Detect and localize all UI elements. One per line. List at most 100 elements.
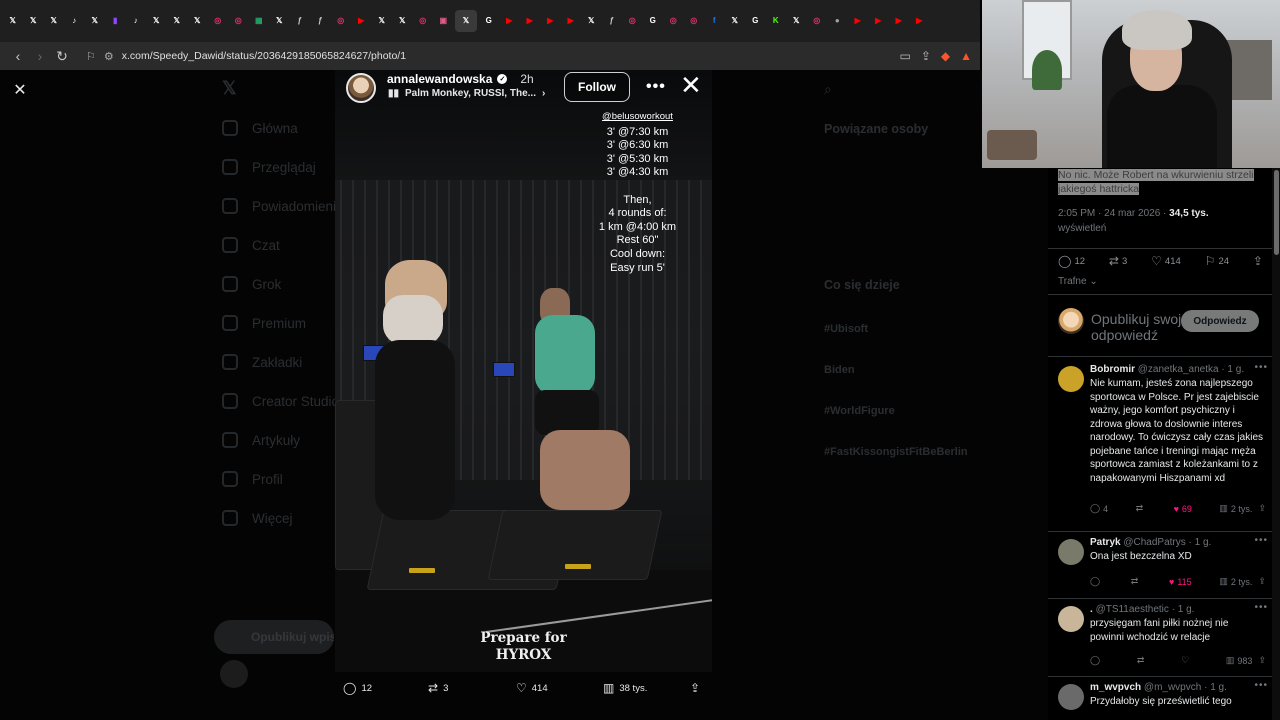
sidebar-item[interactable]: Premium: [252, 316, 306, 331]
reply-action[interactable]: ◯ 12: [343, 681, 372, 695]
post-like-button[interactable]: ♡ 414: [1151, 254, 1181, 268]
follow-button[interactable]: Follow: [564, 72, 630, 102]
trend-item[interactable]: #WorldFigure: [824, 405, 895, 417]
reply-repost-button[interactable]: ⇄: [1131, 576, 1142, 587]
cast-icon[interactable]: ▭: [899, 49, 910, 63]
more-options-icon[interactable]: •••: [1254, 535, 1268, 546]
close-media-viewer-icon[interactable]: ✕: [10, 80, 30, 100]
reply-reply-button[interactable]: ◯: [1090, 576, 1103, 587]
trend-item[interactable]: #FastKissongistFitBeBerlin: [824, 446, 968, 458]
reply-reply-button[interactable]: ◯: [1090, 655, 1103, 666]
browser-tab[interactable]: ◎: [808, 10, 826, 32]
browser-tab[interactable]: G: [747, 10, 765, 32]
reply-sort-dropdown[interactable]: Trafne ⌄: [1058, 276, 1098, 287]
browser-tab[interactable]: 𝕏: [271, 10, 289, 32]
browser-tab[interactable]: ♪: [127, 10, 145, 32]
browser-tab[interactable]: G: [480, 10, 498, 32]
browser-tab[interactable]: ▶: [849, 10, 867, 32]
browser-tab[interactable]: ◎: [624, 10, 642, 32]
reply-reply-button[interactable]: ◯ 4: [1090, 503, 1108, 514]
more-options-icon[interactable]: •••: [646, 78, 666, 96]
brave-rewards-icon[interactable]: ▲: [960, 49, 972, 63]
browser-tab[interactable]: 𝕏: [4, 10, 22, 32]
post-repost-button[interactable]: ⇄ 3: [1109, 254, 1127, 268]
back-icon[interactable]: ‹: [8, 46, 28, 66]
browser-tab[interactable]: f: [706, 10, 724, 32]
browser-tab[interactable]: 𝕏: [455, 10, 477, 32]
browser-tab[interactable]: ▶: [521, 10, 539, 32]
reply-views-button[interactable]: ▥ 2 tys. ⇪: [1219, 576, 1266, 587]
browser-tab[interactable]: 𝕏: [189, 10, 207, 32]
browser-tab[interactable]: ƒ: [312, 10, 330, 32]
reply-avatar[interactable]: [1058, 539, 1084, 565]
browser-tab[interactable]: 𝕏: [726, 10, 744, 32]
reply-input[interactable]: Opublikuj swoją odpowiedź: [1091, 311, 1191, 343]
post-button[interactable]: Opublikuj wpis: [214, 620, 334, 654]
browser-tab[interactable]: ▶: [562, 10, 580, 32]
scrollbar-thumb[interactable]: [1274, 170, 1279, 255]
instagram-avatar[interactable]: [346, 73, 376, 103]
views-action[interactable]: ▥ 38 tys.: [603, 681, 647, 695]
browser-tab[interactable]: ▶: [911, 10, 929, 32]
brave-shield-icon[interactable]: ◆: [941, 49, 950, 63]
reply-author[interactable]: m_wvpvch: [1090, 682, 1141, 693]
sidebar-item[interactable]: Główna: [252, 121, 298, 136]
browser-tab[interactable]: 𝕏: [45, 10, 63, 32]
reply-avatar[interactable]: [1058, 366, 1084, 392]
post-bookmark-button[interactable]: ⚐ 24: [1205, 254, 1229, 268]
share-icon[interactable]: ⇪: [1258, 576, 1266, 587]
bookmark-icon[interactable]: ⚐: [86, 50, 96, 63]
reply-views-button[interactable]: ▥ 2 tys. ⇪: [1219, 503, 1266, 514]
reply-author[interactable]: Bobromir: [1090, 364, 1135, 375]
sidebar-item[interactable]: Artykuły: [252, 433, 300, 448]
browser-tab[interactable]: 𝕏: [394, 10, 412, 32]
reply-like-button[interactable]: ♥ 69: [1174, 503, 1192, 514]
post-reply-button[interactable]: ◯ 12: [1058, 254, 1085, 268]
browser-tab[interactable]: ▮: [107, 10, 125, 32]
browser-tab[interactable]: ▣: [435, 10, 453, 32]
browser-tab[interactable]: ▦: [250, 10, 268, 32]
sidebar-item[interactable]: Więcej: [252, 511, 293, 526]
share-action[interactable]: ⇪: [690, 681, 700, 695]
trend-item[interactable]: #Ubisoft: [824, 323, 868, 335]
reply-like-button[interactable]: ♡: [1181, 655, 1192, 666]
browser-tab[interactable]: ◎: [230, 10, 248, 32]
browser-tab[interactable]: ▶: [870, 10, 888, 32]
instagram-username[interactable]: annalewandowska: [387, 72, 492, 86]
more-options-icon[interactable]: •••: [1254, 602, 1268, 613]
browser-tab[interactable]: ▶: [353, 10, 371, 32]
address-bar[interactable]: ⚐ ⚙ x.com/Speedy_Dawid/status/2036429185…: [86, 45, 889, 67]
browser-tab[interactable]: ●: [829, 10, 847, 32]
share-icon[interactable]: ⇪: [1258, 503, 1266, 514]
forward-icon[interactable]: ›: [30, 46, 50, 66]
browser-tab[interactable]: 𝕏: [168, 10, 186, 32]
browser-tab[interactable]: K: [767, 10, 785, 32]
trend-item[interactable]: Biden: [824, 364, 855, 376]
post-timestamp[interactable]: 2:05 PM · 24 mar 2026 ·: [1058, 208, 1169, 219]
browser-tab[interactable]: ◎: [685, 10, 703, 32]
sidebar-item[interactable]: Grok: [252, 277, 281, 292]
reply-avatar[interactable]: [1058, 606, 1084, 632]
browser-tab[interactable]: 𝕏: [148, 10, 166, 32]
sidebar-item[interactable]: Czat: [252, 238, 280, 253]
repost-action[interactable]: ⇄ 3: [428, 681, 448, 695]
sidebar-item[interactable]: Przeglądaj: [252, 160, 316, 175]
browser-tab[interactable]: 𝕏: [373, 10, 391, 32]
reply-views-button[interactable]: ▥ 983 ⇪: [1226, 655, 1266, 666]
site-info-icon[interactable]: ⚙: [104, 50, 114, 63]
browser-tab[interactable]: ◎: [414, 10, 432, 32]
browser-tab[interactable]: ▶: [890, 10, 908, 32]
reply-avatar[interactable]: [1058, 684, 1084, 710]
instagram-close-icon[interactable]: ✕: [680, 72, 702, 98]
browser-tab[interactable]: ▶: [542, 10, 560, 32]
reply-like-button[interactable]: ♥ 115: [1169, 576, 1192, 587]
browser-tab[interactable]: ▶: [501, 10, 519, 32]
browser-tab[interactable]: ◎: [332, 10, 350, 32]
reply-repost-button[interactable]: ⇄: [1137, 655, 1148, 666]
sidebar-item[interactable]: Zakładki: [252, 355, 302, 370]
browser-tab[interactable]: 𝕏: [583, 10, 601, 32]
browser-tab[interactable]: 𝕏: [86, 10, 104, 32]
more-options-icon[interactable]: •••: [1254, 362, 1268, 373]
browser-tab[interactable]: ◎: [209, 10, 227, 32]
sidebar-item[interactable]: Powiadomienia: [252, 199, 344, 214]
